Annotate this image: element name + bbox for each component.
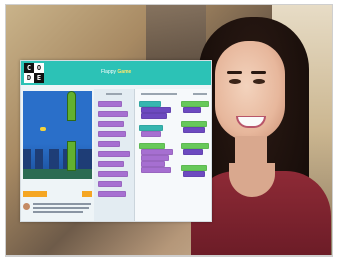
code-block[interactable] — [183, 149, 203, 155]
video-frame: C O D E Flappy Game — [5, 4, 333, 257]
ground — [23, 169, 92, 179]
code-block[interactable] — [98, 141, 120, 147]
block-toolbox — [94, 89, 135, 221]
reset-button[interactable] — [82, 191, 92, 197]
logo-letter-c: C — [24, 63, 34, 73]
presenter-brow-right — [251, 71, 266, 74]
app-title-prefix: Flappy — [101, 69, 117, 75]
flappy-bird-icon — [40, 127, 46, 131]
code-block[interactable] — [183, 107, 201, 113]
run-button[interactable] — [23, 191, 47, 197]
logo-letter-o: O — [34, 63, 44, 73]
game-canvas[interactable] — [23, 91, 92, 179]
presenter-eye-left — [229, 79, 241, 84]
frame-bottom-edge — [5, 255, 332, 256]
avatar-icon — [23, 203, 30, 210]
code-block[interactable] — [98, 131, 126, 137]
pipe-obstacle-icon — [67, 141, 76, 171]
code-block[interactable] — [98, 111, 128, 117]
presenter-eye-right — [253, 79, 265, 84]
toolbox-header — [106, 93, 122, 95]
code-block[interactable] — [183, 127, 205, 133]
code-block[interactable] — [141, 167, 171, 173]
workspace-header — [193, 93, 207, 95]
code-block[interactable] — [98, 191, 126, 197]
code-block[interactable] — [98, 161, 124, 167]
presenter-brow-left — [227, 71, 242, 74]
code-block[interactable] — [98, 101, 122, 107]
run-controls — [23, 191, 92, 197]
instruction-line — [33, 207, 89, 209]
code-workspace[interactable] — [135, 89, 211, 221]
code-block[interactable] — [98, 171, 128, 177]
city-skyline — [23, 149, 92, 169]
code-block[interactable] — [141, 131, 161, 137]
app-header: C O D E Flappy Game — [21, 61, 211, 85]
logo-letter-e: E — [34, 73, 44, 83]
code-block[interactable] — [98, 121, 124, 127]
code-block[interactable] — [98, 151, 130, 157]
pipe-obstacle-icon — [67, 91, 76, 121]
code-block[interactable] — [141, 113, 167, 119]
code-block[interactable] — [98, 181, 122, 187]
instructions-panel — [23, 202, 92, 218]
code-block[interactable] — [183, 171, 205, 177]
app-title-suffix: Game — [117, 69, 132, 75]
presenter — [191, 11, 332, 256]
code-org-logo[interactable]: C O D E — [24, 63, 44, 83]
instruction-line — [33, 203, 91, 205]
instruction-line — [33, 211, 83, 213]
coding-app-window: C O D E Flappy Game — [20, 60, 212, 222]
logo-letter-d: D — [24, 73, 34, 83]
app-title: Flappy Game — [101, 69, 131, 75]
workspace-header — [141, 93, 177, 95]
